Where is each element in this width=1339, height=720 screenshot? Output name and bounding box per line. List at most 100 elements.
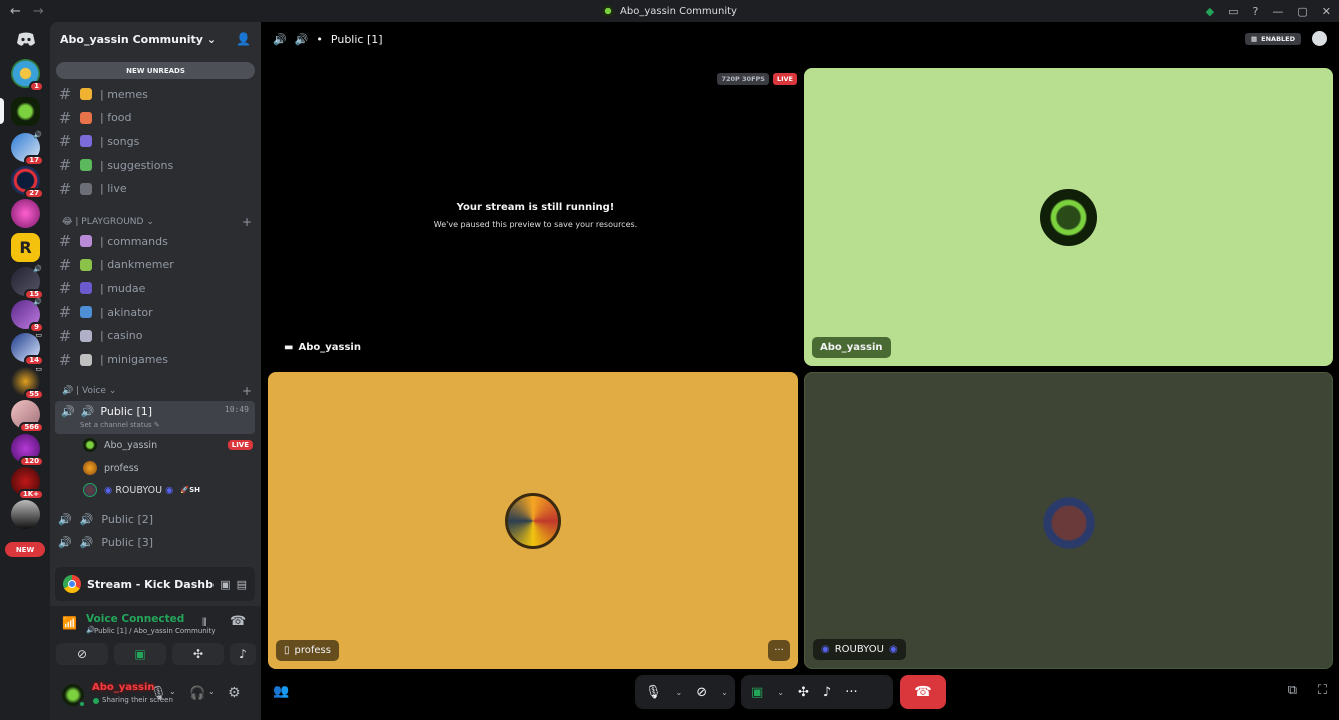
text-channel[interactable]: # | casino [58,326,254,346]
text-channel[interactable]: # | suggestions [58,155,254,175]
activities-button[interactable]: ✣ [172,643,224,665]
hang-up-icon: ☎ [914,684,932,700]
stream-settings-icon[interactable]: ▤ [237,578,247,591]
voice-stage: 🔊 🔊 • Public [1] ▦ ENABLED 720P 30FPS LIV… [261,22,1339,720]
participant-tile-roubyou[interactable]: ◉ ROUBYOU ◉ [804,372,1333,669]
voice-connected-subtitle[interactable]: Public [1] / Abo_yassin Community [94,627,216,635]
server-icon[interactable]: 1 [11,59,44,92]
stop-stream-icon[interactable]: ▣ [220,578,230,591]
voice-channel-public-1[interactable]: 🔊 🔊 Public [1] 10:49 Set a channel statu… [55,401,255,434]
screen-share-button[interactable]: ▣ [114,643,166,665]
hash-icon: # [58,156,72,175]
server-icon[interactable] [11,500,40,529]
voice-channel-public-2[interactable]: 🔊 🔊 Public [2] [58,509,254,529]
add-channel-icon[interactable]: + [242,215,252,229]
own-stream-tile[interactable]: 720P 30FPS LIVE Your stream is still run… [268,68,803,366]
text-channel[interactable]: # | food [58,108,254,128]
chevron-down-icon[interactable]: ⌄ [676,688,683,697]
enabled-badge[interactable]: ▦ ENABLED [1245,33,1301,45]
headphones-icon[interactable]: 🎧 [189,686,205,701]
chevron-down-icon[interactable]: ⌄ [169,687,176,696]
server-icon[interactable]: 27 [11,166,44,199]
server-icon[interactable]: 🔊 9 [11,298,44,333]
text-channel[interactable]: # | songs [58,131,254,151]
activities-icon[interactable]: ✣ [798,685,809,700]
new-servers-badge[interactable]: NEW [5,542,45,557]
paused-subtitle: We've paused this preview to save your r… [433,220,638,229]
connection-signal-icon[interactable]: 📶 [62,616,77,630]
text-channel[interactable]: # | commands [58,231,254,251]
chevron-down-icon[interactable]: ⌄ [208,687,215,696]
inbox-icon[interactable]: ▭ [1228,5,1238,18]
back-arrow-icon[interactable]: ← [10,4,21,19]
camera-off-icon[interactable]: ⊘ [696,685,707,700]
help-icon[interactable]: ? [1253,5,1259,18]
channel-emoji-icon [80,135,92,148]
forward-arrow-icon[interactable]: → [33,4,44,19]
voice-member[interactable]: profess [83,459,139,477]
live-badge: LIVE [772,73,797,85]
server-icon[interactable]: 1K+ [11,467,44,500]
close-icon[interactable]: ✕ [1322,5,1331,18]
screen-share-icon: ▭ [35,331,42,339]
chevron-down-icon[interactable]: ⌄ [777,688,784,697]
guild-header[interactable]: Abo_yassin Community ⌄ 👤 [50,22,261,56]
minimize-icon[interactable]: — [1272,5,1283,18]
noise-suppression-icon[interactable]: ⫴ [202,616,207,630]
screen-share-icon[interactable]: ▣ [751,685,763,700]
more-icon[interactable]: ··· [845,685,857,700]
server-icon[interactable]: 🔊 17 [11,131,44,166]
fullscreen-icon[interactable]: ⛶ [1318,683,1327,698]
nitro-leaf-icon[interactable]: ◆ [1206,5,1214,18]
username[interactable]: Abo_yassin [92,682,155,693]
server-icon[interactable]: ▭ 14 [11,331,44,366]
chat-bubble-icon[interactable] [1312,31,1327,46]
settings-gear-icon[interactable]: ⚙ [228,685,241,701]
new-unreads-button[interactable]: NEW UNREADS [56,62,255,79]
text-channel[interactable]: # | memes [58,84,254,104]
text-channel[interactable]: # | akinator [58,302,254,322]
voice-member[interactable]: ◉ ROUBYOU ◉ 🚀SH [83,481,200,499]
tile-more-button[interactable]: ··· [768,640,790,661]
text-channel[interactable]: # | minigames [58,350,254,370]
server-icon-abo-yassin[interactable] [11,97,40,126]
text-channel[interactable]: # | mudae [58,278,254,298]
channel-name: | memes [100,87,148,101]
channel-emoji-icon [80,282,92,295]
participant-tile-abo-yassin[interactable]: Abo_yassin [804,68,1333,366]
voice-member[interactable]: Abo_yassin LIVE [83,436,253,454]
invite-people-icon[interactable]: 👤 [236,32,251,46]
channel-status-prompt[interactable]: Set a channel status ✎ [80,421,160,429]
camera-off-button[interactable]: ⊘ [56,643,108,665]
disconnect-icon[interactable]: ☎ [230,614,246,629]
channel-name: | dankmemer [100,258,174,272]
pop-out-icon[interactable]: ⧉ [1288,683,1297,698]
participant-tile-profess[interactable]: ▯ profess ··· [268,372,798,669]
mic-icon[interactable]: 🎙 [150,686,167,701]
discord-home-icon[interactable] [11,25,40,54]
add-people-icon[interactable]: 👥 [273,684,289,699]
server-icon[interactable]: ▭ 55 [11,365,44,400]
voice-connected-title[interactable]: Voice Connected [86,613,184,625]
server-icon[interactable]: 120 [11,434,44,467]
mic-icon[interactable]: 🎙 [645,685,662,700]
server-icon[interactable] [11,199,40,228]
text-channel[interactable]: # | live [58,179,254,199]
category-voice[interactable]: 🔊 | Voice ⌄ + [62,384,252,398]
server-icon[interactable]: 566 [11,400,44,433]
disconnect-button[interactable]: ☎ [900,675,946,709]
maximize-icon[interactable]: ▢ [1297,5,1307,18]
av-controls: 🎙 ⌄ ⊘ ⌄ [635,675,735,709]
category-playground[interactable]: 😂 | PLAYGROUND ⌄ + [62,215,252,229]
server-icon-rockstar[interactable]: R [11,233,40,262]
soundboard-button[interactable]: ♪ [230,643,256,665]
online-status-icon [78,700,86,708]
hash-icon: # [58,279,72,298]
server-icon[interactable]: 🔊 15 [11,265,44,300]
voice-channel-public-3[interactable]: 🔊 🔊 Public [3] [58,532,254,552]
text-channel[interactable]: # | dankmemer [58,255,254,275]
chevron-down-icon[interactable]: ⌄ [721,688,728,697]
add-channel-icon[interactable]: + [242,384,252,398]
soundboard-icon[interactable]: ♪ [823,685,831,700]
channel-emoji-icon [80,88,92,100]
